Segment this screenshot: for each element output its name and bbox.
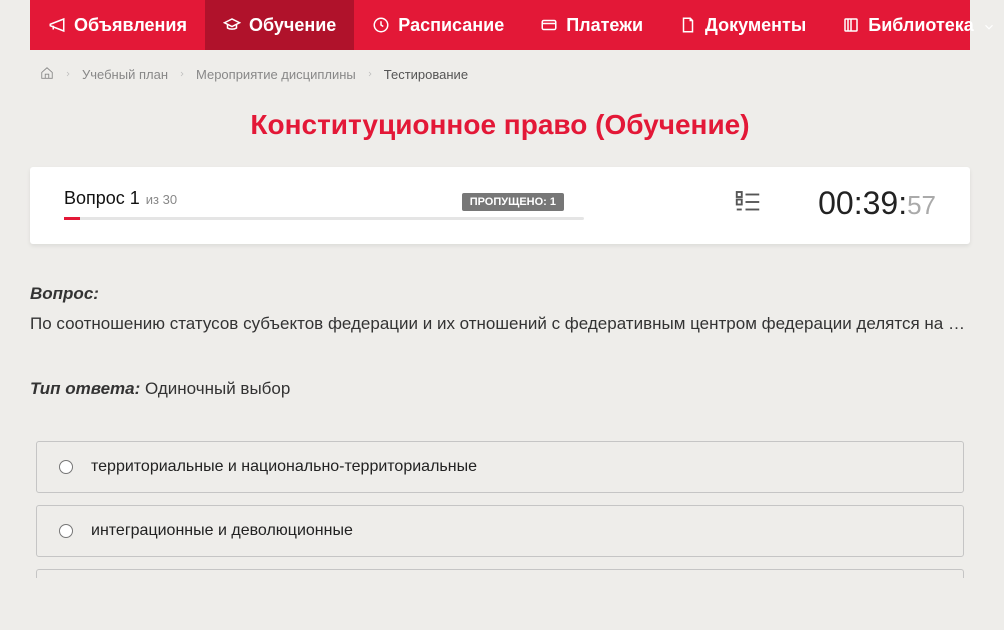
- main-navbar: Объявления Обучение Расписание Платежи Д…: [30, 0, 970, 50]
- document-icon: [679, 16, 697, 34]
- nav-label: Обучение: [249, 15, 336, 36]
- nav-item-schedule[interactable]: Расписание: [354, 0, 522, 50]
- timer-seconds: 57: [907, 190, 936, 221]
- question-heading: Вопрос:: [30, 284, 970, 304]
- breadcrumb-current: Тестирование: [384, 67, 468, 82]
- answer-option[interactable]: [36, 569, 964, 578]
- library-icon: [842, 16, 860, 34]
- payment-icon: [540, 16, 558, 34]
- status-card: Вопрос 1 из 30 ПРОПУЩЕНО: 1 00:39:57: [30, 167, 970, 244]
- nav-item-payments[interactable]: Платежи: [522, 0, 661, 50]
- answer-radio[interactable]: [59, 460, 73, 474]
- nav-label: Объявления: [74, 15, 187, 36]
- status-left: Вопрос 1 из 30 ПРОПУЩЕНО: 1: [64, 188, 673, 220]
- clock-icon: [372, 16, 390, 34]
- nav-item-documents[interactable]: Документы: [661, 0, 824, 50]
- nav-item-library[interactable]: Библиотека: [824, 0, 1004, 50]
- question-block: Вопрос: По соотношению статусов субъекто…: [30, 284, 970, 399]
- nav-item-announcements[interactable]: Объявления: [30, 0, 205, 50]
- answer-type-label: Тип ответа:: [30, 379, 140, 398]
- chevron-right-icon: [64, 67, 72, 82]
- viewport[interactable]: Объявления Обучение Расписание Платежи Д…: [0, 0, 1004, 630]
- nav-label: Документы: [705, 15, 806, 36]
- home-icon[interactable]: [40, 66, 54, 83]
- question-number-label: Вопрос 1: [64, 188, 140, 209]
- timer-main: 00:39:: [818, 185, 907, 222]
- nav-label: Библиотека: [868, 15, 974, 36]
- nav-label: Платежи: [566, 15, 643, 36]
- question-of-label: из 30: [146, 192, 177, 209]
- answer-text: территориальные и национально-территориа…: [91, 458, 477, 476]
- nav-label: Расписание: [398, 15, 504, 36]
- answer-radio[interactable]: [59, 524, 73, 538]
- chevron-down-icon: [982, 18, 996, 32]
- answer-type-line: Тип ответа: Одиночный выбор: [30, 379, 970, 399]
- page-content: Объявления Обучение Расписание Платежи Д…: [0, 0, 1000, 578]
- progress-fill: [64, 217, 80, 220]
- question-text: По соотношению статусов субъектов федера…: [30, 310, 970, 337]
- answer-type-value: Одиночный выбор: [145, 379, 290, 398]
- answer-option[interactable]: интеграционные и деволюционные: [36, 505, 964, 557]
- answer-text: интеграционные и деволюционные: [91, 522, 353, 540]
- progress-bar: [64, 217, 584, 220]
- question-list-button[interactable]: [733, 187, 763, 220]
- breadcrumb: Учебный план Мероприятие дисциплины Тест…: [30, 50, 970, 95]
- nav-item-education[interactable]: Обучение: [205, 0, 354, 50]
- answers-list: территориальные и национально-территориа…: [30, 441, 970, 578]
- answer-option[interactable]: территориальные и национально-территориа…: [36, 441, 964, 493]
- page-title: Конституционное право (Обучение): [30, 109, 970, 141]
- breadcrumb-link-plan[interactable]: Учебный план: [82, 67, 168, 82]
- timer: 00:39:57: [818, 185, 936, 222]
- chevron-right-icon: [178, 67, 186, 82]
- chevron-right-icon: [366, 67, 374, 82]
- breadcrumb-link-event[interactable]: Мероприятие дисциплины: [196, 67, 356, 82]
- skipped-badge: ПРОПУЩЕНО: 1: [462, 193, 564, 211]
- megaphone-icon: [48, 16, 66, 34]
- education-icon: [223, 16, 241, 34]
